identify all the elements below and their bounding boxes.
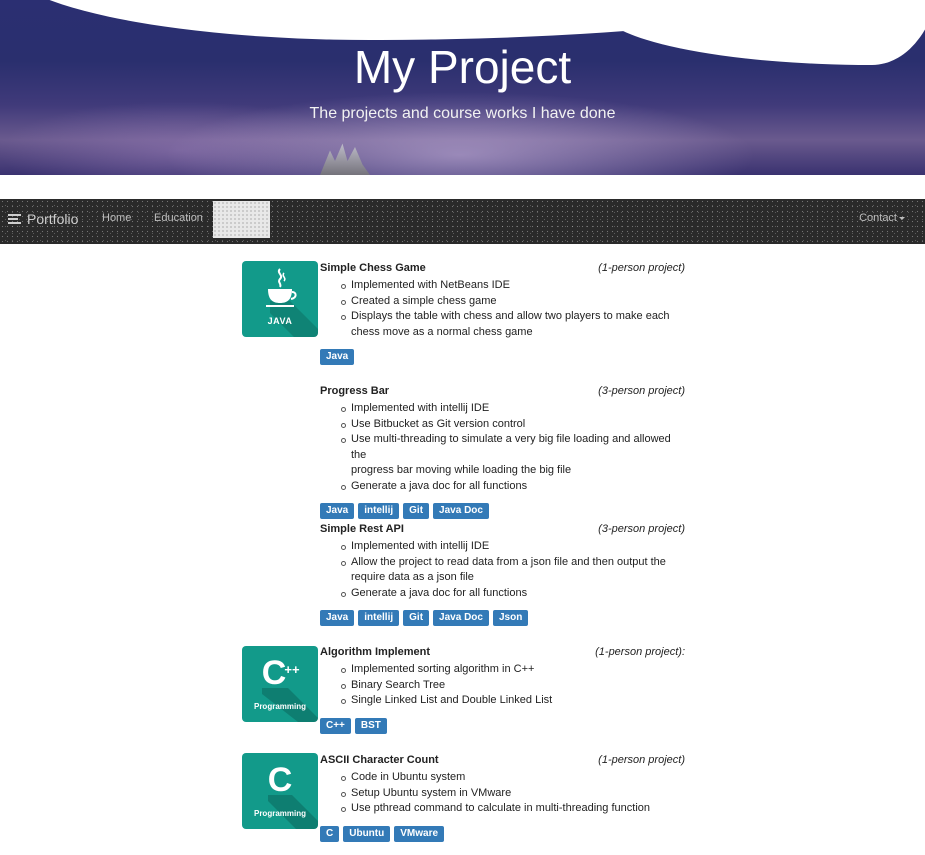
tag-list: C Ubuntu VMware xyxy=(320,825,685,842)
project-title: Simple Rest API xyxy=(320,523,404,535)
project-card: Algorithm Implement (1-person project): … xyxy=(320,646,685,734)
tag[interactable]: intellij xyxy=(358,610,400,626)
nav-item-home[interactable]: Home xyxy=(102,212,131,224)
tag-list: Java intellij Git Java Doc xyxy=(320,503,685,519)
project-bullets: Implemented with intellij IDE Allow the … xyxy=(320,539,685,601)
tag[interactable]: Git xyxy=(403,610,430,626)
project-card: Progress Bar (3-person project) Implemen… xyxy=(320,385,685,519)
project-bullets: Implemented sorting algorithm in C++ Bin… xyxy=(320,662,685,709)
tag[interactable]: Java xyxy=(320,503,355,519)
hero-banner: My Project The projects and course works… xyxy=(0,0,925,175)
nav-item-education[interactable]: Education xyxy=(154,212,203,224)
caret-down-icon xyxy=(899,216,905,220)
project-card: Simple Chess Game (1-person project) Imp… xyxy=(320,262,685,365)
project-bullets: Code in Ubuntu system Setup Ubuntu syste… xyxy=(320,770,685,817)
nav-brand-label: Portfolio xyxy=(27,211,79,227)
list-item: progress bar moving while loading the bi… xyxy=(351,464,572,476)
list-item: require data as a json file xyxy=(351,571,474,583)
project-card: ASCII Character Count (1-person project)… xyxy=(320,754,685,842)
tag[interactable]: Json xyxy=(492,610,529,626)
list-item: Generate a java doc for all functions xyxy=(341,586,685,602)
project-bullets: Implemented with NetBeans IDE Created a … xyxy=(320,278,685,340)
page-title: My Project xyxy=(353,41,572,93)
list-item: Binary Search Tree xyxy=(341,678,685,694)
project-size: (1-person project) xyxy=(598,262,685,274)
list-item: Use pthread command to calculate in mult… xyxy=(341,801,685,817)
list-item: Setup Ubuntu system in VMware xyxy=(341,786,685,802)
list-item: chess move as a normal chess game xyxy=(351,325,533,338)
nav-item-contact[interactable]: Contact xyxy=(859,212,905,224)
c-logo-label: Programming xyxy=(253,809,306,818)
tag-list: Java intellij Git Java Doc Json xyxy=(320,610,685,626)
java-logo-label: JAVA xyxy=(267,316,293,326)
list-item: Generate a java doc for all functions xyxy=(341,479,685,495)
tag[interactable]: C++ xyxy=(320,717,351,734)
list-item: Created a simple chess game xyxy=(341,294,685,310)
list-item: Allow the project to read data from a js… xyxy=(341,555,685,571)
cpp-logo-sup: ++ xyxy=(284,662,300,677)
list-item: Implemented with NetBeans IDE xyxy=(341,278,685,294)
project-size: (3-person project) xyxy=(598,385,685,397)
list-item: Use Bitbucket as Git version control xyxy=(341,417,685,433)
tag[interactable]: Java Doc xyxy=(433,610,489,626)
project-title: Simple Chess Game xyxy=(320,262,426,274)
list-item: Single Linked List and Double Linked Lis… xyxy=(341,693,685,709)
project-title: Progress Bar xyxy=(320,385,390,397)
tag[interactable]: BST xyxy=(354,717,387,734)
project-bullets: Implemented with intellij IDE Use Bitbuc… xyxy=(320,401,685,494)
tag[interactable]: Java Doc xyxy=(433,503,489,519)
tag-list: C++ BST xyxy=(320,717,685,734)
project-title: Algorithm Implement xyxy=(320,646,431,658)
c-logo: C Programming xyxy=(242,753,318,829)
list-item: Code in Ubuntu system xyxy=(341,770,685,786)
list-item: Implemented with intellij IDE xyxy=(341,539,685,555)
nav-contact-label: Contact xyxy=(859,212,897,224)
project-title: ASCII Character Count xyxy=(320,754,439,766)
list-item: Use multi-threading to simulate a very b… xyxy=(341,432,685,463)
cpp-logo: C ++ Programming xyxy=(242,646,318,722)
project-size: (3-person project) xyxy=(598,523,685,535)
navbar: Portfolio Home Education Contact xyxy=(0,199,925,244)
tag[interactable]: Java xyxy=(320,610,355,626)
list-item: Implemented with intellij IDE xyxy=(341,401,685,417)
hero-landscape xyxy=(320,143,370,175)
list-item: Displays the table with chess and allow … xyxy=(341,309,685,325)
tag[interactable]: Java xyxy=(320,349,355,365)
project-size: (1-person project): xyxy=(595,646,685,658)
cpp-logo-label: Programming xyxy=(253,702,306,711)
java-logo: JAVA xyxy=(242,261,318,337)
nav-item-active[interactable] xyxy=(213,201,270,238)
c-logo-letter: C xyxy=(267,761,293,799)
nav-brand[interactable]: Portfolio xyxy=(8,211,78,227)
project-size: (1-person project) xyxy=(598,754,685,766)
tag[interactable]: Git xyxy=(403,503,430,519)
page-subtitle: The projects and course works I have don… xyxy=(309,105,616,122)
menu-lines-icon xyxy=(8,213,21,225)
tag[interactable]: VMware xyxy=(394,825,445,842)
tag[interactable]: Ubuntu xyxy=(343,825,391,842)
list-item: Implemented sorting algorithm in C++ xyxy=(341,662,685,678)
tag[interactable]: intellij xyxy=(358,503,400,519)
project-card: Simple Rest API (3-person project) Imple… xyxy=(320,523,685,626)
tag-list: Java xyxy=(320,349,685,365)
tag[interactable]: C xyxy=(320,825,340,842)
